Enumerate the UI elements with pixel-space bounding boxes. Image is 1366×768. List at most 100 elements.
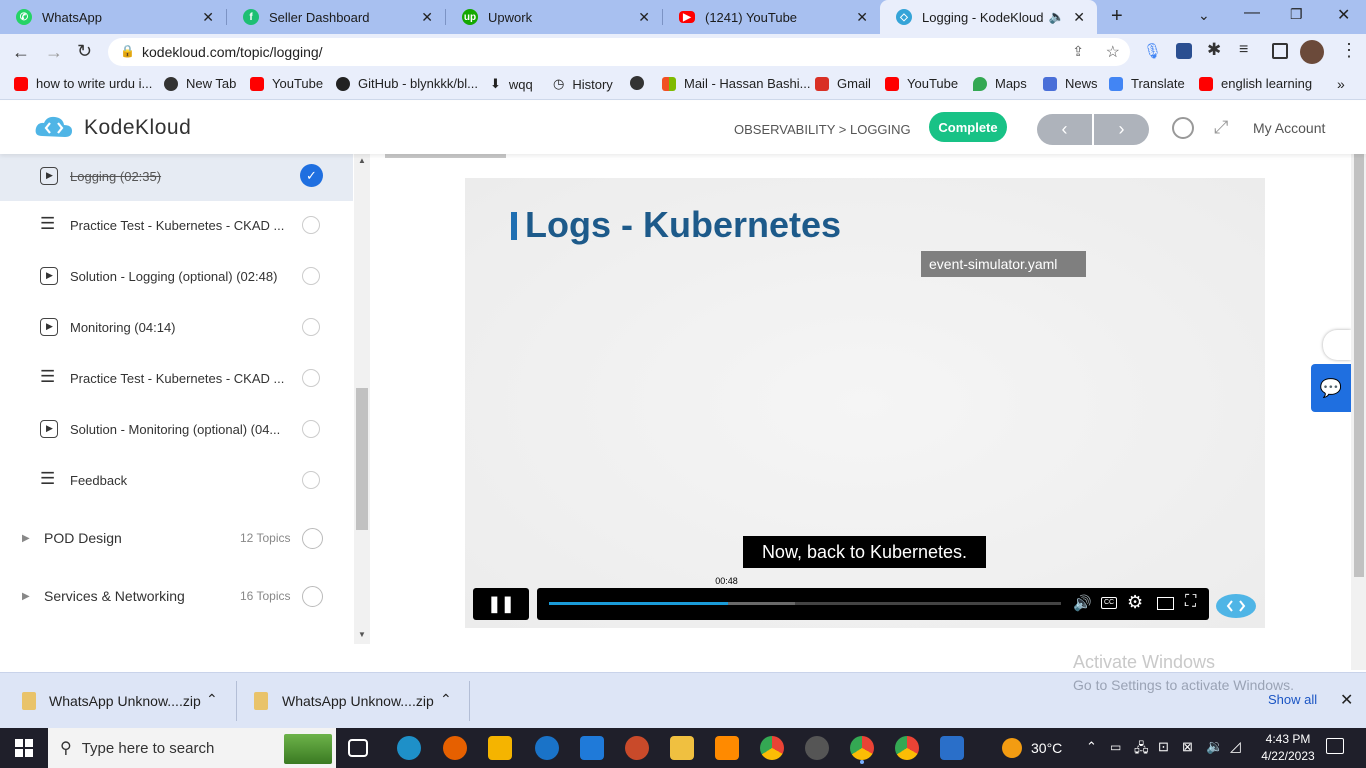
scroll-up-icon[interactable]: ▲ xyxy=(358,156,366,165)
menu-icon[interactable]: ⋮ xyxy=(1340,40,1358,61)
bookmark-item[interactable]: GitHub - blynkkk/bl... xyxy=(336,76,478,91)
pip-icon[interactable] xyxy=(1157,597,1174,610)
star-icon[interactable]: ☆ xyxy=(1106,42,1120,62)
prev-lesson-button[interactable]: ‹ xyxy=(1037,114,1092,145)
weather-icon[interactable] xyxy=(1002,738,1022,758)
scrollbar-thumb[interactable] xyxy=(356,388,368,530)
bookmark-item[interactable]: Translate xyxy=(1109,76,1185,91)
photos-icon[interactable] xyxy=(940,736,964,760)
close-tab-icon[interactable]: ✕ xyxy=(202,9,214,26)
weather-temp[interactable]: 30°C xyxy=(1031,740,1062,756)
edge-icon[interactable] xyxy=(397,736,421,760)
tab-whatsapp[interactable]: ✆ WhatsApp ✕ xyxy=(0,0,226,34)
lesson-item[interactable]: ▶ Solution - Logging (optional) (02:48) xyxy=(0,251,353,301)
kodekloud-logo-icon[interactable] xyxy=(34,114,74,142)
page-scrollbar[interactable] xyxy=(1351,101,1366,670)
mic-icon[interactable]: 🎙 xyxy=(1143,42,1162,60)
voice-widget-icon[interactable] xyxy=(1323,330,1351,360)
puzzle-icon[interactable]: ✱ xyxy=(1207,40,1221,60)
bookmark-item[interactable]: ⬇ wqq xyxy=(490,76,533,92)
lesson-item[interactable]: ☰ Feedback xyxy=(0,455,353,505)
taskbar-search[interactable]: ⚲ Type here to search xyxy=(48,728,336,768)
task-view-icon[interactable] xyxy=(348,739,368,757)
address-bar[interactable]: 🔒 kodekloud.com/topic/logging/ ⇪ ☆ xyxy=(108,38,1130,66)
windows-start-icon[interactable] xyxy=(15,739,33,757)
tab-kodekloud[interactable]: ◇ Logging - KodeKloud 🔈 ✕ xyxy=(880,0,1097,34)
battery-icon[interactable]: ▭ xyxy=(1110,740,1121,754)
download-item[interactable]: WhatsApp Unknow....zip ⌃ xyxy=(0,673,236,728)
bookmark-item[interactable] xyxy=(630,76,652,90)
clock-time[interactable]: 4:43 PM xyxy=(1260,732,1316,746)
clock-date[interactable]: 4/22/2023 xyxy=(1258,749,1318,763)
chevron-up-icon[interactable]: ⌃ xyxy=(440,691,452,708)
more-bookmarks-icon[interactable]: » xyxy=(1337,76,1345,92)
bookmark-item[interactable]: YouTube xyxy=(885,76,958,91)
tab-youtube[interactable]: ▶ (1241) YouTube ✕ xyxy=(663,0,880,34)
captions-icon[interactable]: CC xyxy=(1101,597,1117,609)
download-item[interactable]: WhatsApp Unknow....zip ⌃ xyxy=(237,673,469,728)
chat-icon[interactable]: 💬 xyxy=(1311,364,1351,412)
firefox-icon[interactable] xyxy=(443,736,467,760)
tray-app-icon[interactable]: ⊡ xyxy=(1158,739,1169,755)
chrome-profile-icon[interactable] xyxy=(850,736,874,760)
mail-icon[interactable] xyxy=(580,736,604,760)
lesson-item[interactable]: ▶ Monitoring (04:14) xyxy=(0,302,353,352)
lesson-item[interactable]: ☰ Practice Test - Kubernetes - CKAD ... xyxy=(0,200,353,250)
section-item[interactable]: ▶ POD Design 12 Topics xyxy=(0,513,353,563)
close-window-icon[interactable]: ✕ xyxy=(1337,5,1350,25)
progress-track[interactable] xyxy=(549,602,1061,605)
bookmark-item[interactable]: english learning xyxy=(1199,76,1312,91)
settings-icon[interactable]: ⚙ xyxy=(1127,592,1143,613)
lesson-item[interactable]: ▶ Solution - Monitoring (optional) (04..… xyxy=(0,404,353,454)
share-icon[interactable]: ⇪ xyxy=(1072,43,1084,60)
my-account-link[interactable]: My Account xyxy=(1253,120,1325,136)
bookmark-item[interactable]: YouTube xyxy=(250,76,323,91)
bookmark-item[interactable]: how to write urdu i... xyxy=(14,76,152,91)
bookmark-item[interactable]: News xyxy=(1043,76,1098,91)
forward-icon[interactable]: → xyxy=(45,42,63,63)
bookmark-item[interactable]: Maps xyxy=(973,76,1027,91)
back-icon[interactable]: ← xyxy=(12,42,30,63)
close-downloads-icon[interactable]: ✕ xyxy=(1340,690,1353,710)
fullscreen-icon[interactable]: ⤢ xyxy=(1214,117,1228,138)
chevron-up-icon[interactable]: ⌃ xyxy=(206,691,218,708)
page-scrollbar-thumb[interactable] xyxy=(1354,147,1364,577)
lesson-item[interactable]: ☰ Practice Test - Kubernetes - CKAD ... xyxy=(0,353,353,403)
file-explorer-icon[interactable] xyxy=(670,736,694,760)
bookmark-item[interactable]: New Tab xyxy=(164,76,236,91)
avatar[interactable] xyxy=(1300,40,1324,64)
restore-icon[interactable]: ❐ xyxy=(1290,6,1303,23)
tab-upwork[interactable]: up Upwork ✕ xyxy=(446,0,662,34)
minimize-icon[interactable]: — xyxy=(1244,4,1260,22)
sidebar-scrollbar[interactable]: ▲ ▼ xyxy=(354,154,370,644)
obs-icon[interactable] xyxy=(805,736,829,760)
section-item[interactable]: ▶ Services & Networking 16 Topics xyxy=(0,571,353,621)
bookmark-item[interactable]: ◷ History xyxy=(553,76,613,92)
show-all-downloads-link[interactable]: Show all xyxy=(1268,692,1317,707)
scroll-down-icon[interactable]: ▼ xyxy=(358,630,366,639)
bookmark-item[interactable]: Gmail xyxy=(815,76,871,91)
app-icon[interactable] xyxy=(625,736,649,760)
reading-list-icon[interactable]: ≡ xyxy=(1239,41,1248,59)
network-icon[interactable]: 🖧 xyxy=(1134,739,1149,761)
close-tab-icon[interactable]: ✕ xyxy=(856,9,868,26)
chrome-profile-h-icon[interactable] xyxy=(895,736,919,760)
dark-mode-icon[interactable] xyxy=(1172,117,1194,139)
close-tab-icon[interactable]: ✕ xyxy=(421,9,433,26)
speaker-icon[interactable]: 🔈 xyxy=(1049,9,1065,25)
speaker-tray-icon[interactable]: 🔉 xyxy=(1206,738,1223,755)
settings-app-icon[interactable] xyxy=(715,736,739,760)
close-tab-icon[interactable]: ✕ xyxy=(1073,9,1085,26)
lesson-item[interactable]: ▶ Logging (02:35) ✓ xyxy=(0,154,353,201)
close-tab-icon[interactable]: ✕ xyxy=(638,9,650,26)
store-icon[interactable] xyxy=(488,736,512,760)
video-player[interactable]: Logs - Kubernetes event-simulator.yaml N… xyxy=(465,178,1265,628)
bookmark-item[interactable]: Mail - Hassan Bashi... xyxy=(662,76,810,91)
volume-icon[interactable]: 🔊 xyxy=(1073,594,1092,612)
tray-chevron-icon[interactable]: ⌃ xyxy=(1086,739,1097,755)
side-panel-icon[interactable] xyxy=(1272,43,1288,59)
pause-button[interactable]: ❚❚ xyxy=(473,588,529,620)
fullscreen-video-icon[interactable]: ⛶ xyxy=(1185,593,1196,611)
tab-search-icon[interactable]: ⌄ xyxy=(1198,7,1210,24)
brand-name[interactable]: KodeKloud xyxy=(84,116,191,140)
